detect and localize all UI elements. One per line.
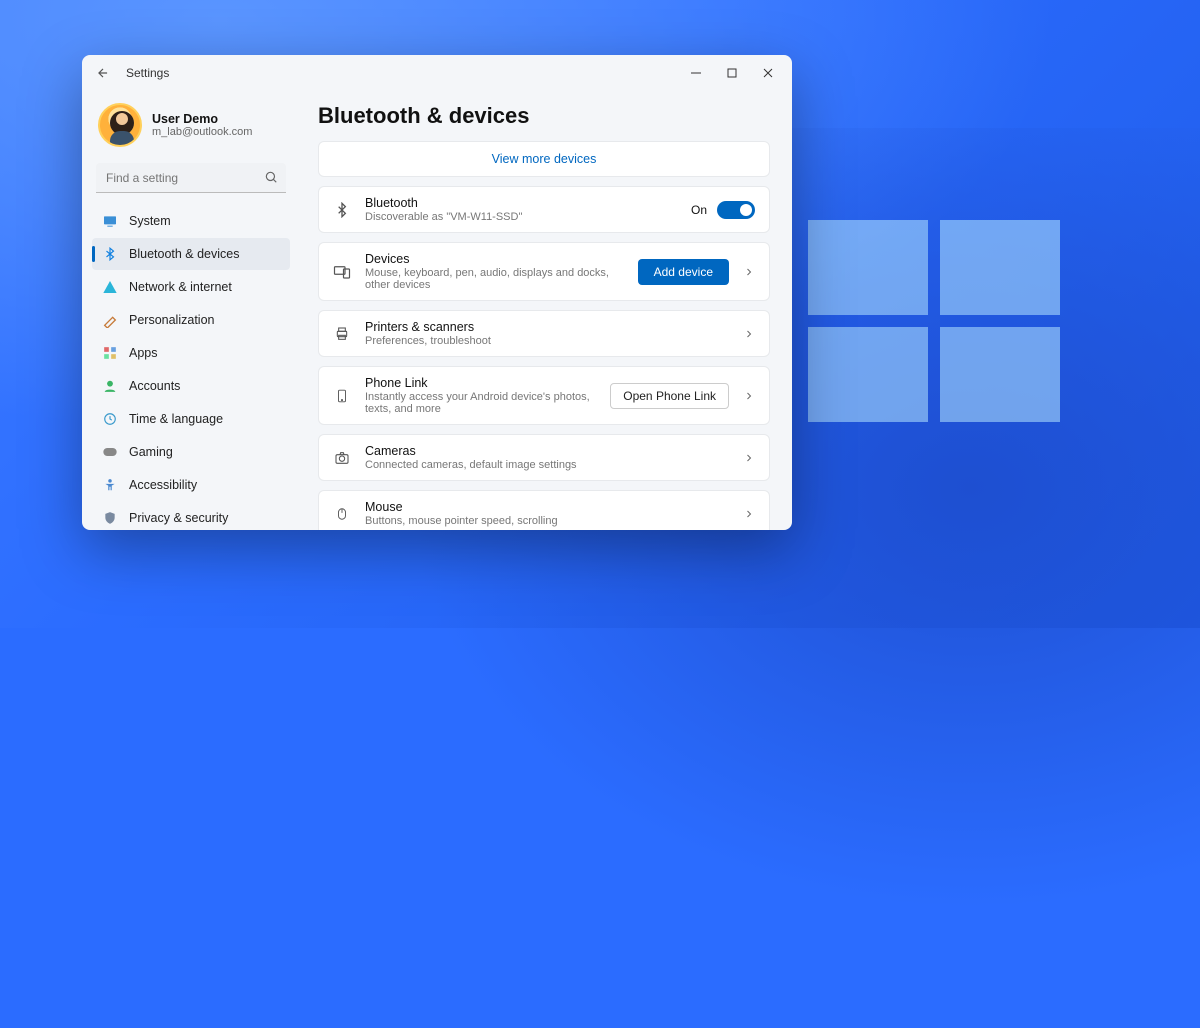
nav-list: System Bluetooth & devices Network & int…: [92, 205, 290, 530]
chevron-right-icon: [743, 390, 755, 402]
person-icon: [102, 378, 118, 394]
camera-icon: [333, 449, 351, 467]
row-title: Cameras: [365, 444, 729, 458]
sidebar-item-apps[interactable]: Apps: [92, 337, 290, 369]
sidebar-item-label: Time & language: [129, 412, 223, 426]
titlebar: Settings: [82, 55, 792, 91]
chevron-right-icon: [743, 508, 755, 520]
sidebar-item-accessibility[interactable]: Accessibility: [92, 469, 290, 501]
row-sub: Mouse, keyboard, pen, audio, displays an…: [365, 267, 624, 291]
gamepad-icon: [102, 444, 118, 460]
sidebar-item-label: Apps: [129, 346, 158, 360]
phone-link-row[interactable]: Phone LinkInstantly access your Android …: [318, 366, 770, 425]
bluetooth-toggle[interactable]: [717, 201, 755, 219]
sidebar: User Demo m_lab@outlook.com System Bluet…: [82, 91, 300, 530]
sidebar-item-accounts[interactable]: Accounts: [92, 370, 290, 402]
shield-icon: [102, 510, 118, 526]
profile-name: User Demo: [152, 112, 252, 126]
chevron-right-icon: [743, 328, 755, 340]
devices-icon: [333, 263, 351, 281]
phone-icon: [333, 387, 351, 405]
minimize-button[interactable]: [678, 59, 714, 87]
sidebar-item-privacy[interactable]: Privacy & security: [92, 502, 290, 530]
clock-icon: [102, 411, 118, 427]
window-title: Settings: [126, 66, 169, 80]
sidebar-item-label: Gaming: [129, 445, 173, 459]
sidebar-item-label: Privacy & security: [129, 511, 228, 525]
settings-window: Settings User Demo m_lab@outlook.com Sys…: [82, 55, 792, 530]
content-scroll[interactable]: View more devices BluetoothDiscoverable …: [318, 141, 778, 530]
row-sub: Buttons, mouse pointer speed, scrolling: [365, 515, 729, 527]
sidebar-item-bluetooth[interactable]: Bluetooth & devices: [92, 238, 290, 270]
sidebar-item-system[interactable]: System: [92, 205, 290, 237]
sidebar-item-label: Network & internet: [129, 280, 232, 294]
windows-logo: [808, 220, 1060, 422]
devices-row[interactable]: DevicesMouse, keyboard, pen, audio, disp…: [318, 242, 770, 301]
sidebar-item-personalization[interactable]: Personalization: [92, 304, 290, 336]
apps-icon: [102, 345, 118, 361]
close-button[interactable]: [750, 59, 786, 87]
chevron-right-icon: [743, 452, 755, 464]
wifi-icon: [102, 279, 118, 295]
search-input[interactable]: [96, 163, 286, 193]
row-sub: Discoverable as "VM-W11-SSD": [365, 211, 677, 223]
printers-row[interactable]: Printers & scannersPreferences, troubles…: [318, 310, 770, 357]
sidebar-item-network[interactable]: Network & internet: [92, 271, 290, 303]
sidebar-item-label: Personalization: [129, 313, 214, 327]
row-title: Printers & scanners: [365, 320, 729, 334]
sidebar-item-label: Bluetooth & devices: [129, 247, 240, 261]
page-title: Bluetooth & devices: [318, 103, 778, 129]
sidebar-item-gaming[interactable]: Gaming: [92, 436, 290, 468]
view-more-devices-link[interactable]: View more devices: [318, 141, 770, 177]
bluetooth-icon: [102, 246, 118, 262]
bluetooth-row[interactable]: BluetoothDiscoverable as "VM-W11-SSD" On: [318, 186, 770, 233]
open-phone-link-button[interactable]: Open Phone Link: [610, 383, 729, 409]
accessibility-icon: [102, 477, 118, 493]
row-title: Phone Link: [365, 376, 596, 390]
search-box[interactable]: [96, 163, 286, 193]
row-sub: Preferences, troubleshoot: [365, 335, 729, 347]
toggle-state: On: [691, 203, 707, 217]
row-title: Bluetooth: [365, 196, 677, 210]
profile-email: m_lab@outlook.com: [152, 126, 252, 138]
display-icon: [102, 213, 118, 229]
row-sub: Connected cameras, default image setting…: [365, 459, 729, 471]
mouse-icon: [333, 505, 351, 523]
row-title: Mouse: [365, 500, 729, 514]
row-title: Devices: [365, 252, 624, 266]
back-button[interactable]: [94, 64, 112, 82]
sidebar-item-time[interactable]: Time & language: [92, 403, 290, 435]
main-panel: Bluetooth & devices View more devices Bl…: [300, 91, 792, 530]
brush-icon: [102, 312, 118, 328]
avatar: [98, 103, 142, 147]
add-device-button[interactable]: Add device: [638, 259, 729, 285]
chevron-right-icon: [743, 266, 755, 278]
sidebar-item-label: Accessibility: [129, 478, 197, 492]
bluetooth-icon: [333, 201, 351, 219]
sidebar-item-label: System: [129, 214, 171, 228]
printer-icon: [333, 325, 351, 343]
maximize-button[interactable]: [714, 59, 750, 87]
mouse-row[interactable]: MouseButtons, mouse pointer speed, scrol…: [318, 490, 770, 530]
sidebar-item-label: Accounts: [129, 379, 180, 393]
cameras-row[interactable]: CamerasConnected cameras, default image …: [318, 434, 770, 481]
row-sub: Instantly access your Android device's p…: [365, 391, 596, 415]
search-icon: [264, 170, 278, 184]
profile-block[interactable]: User Demo m_lab@outlook.com: [92, 95, 290, 159]
